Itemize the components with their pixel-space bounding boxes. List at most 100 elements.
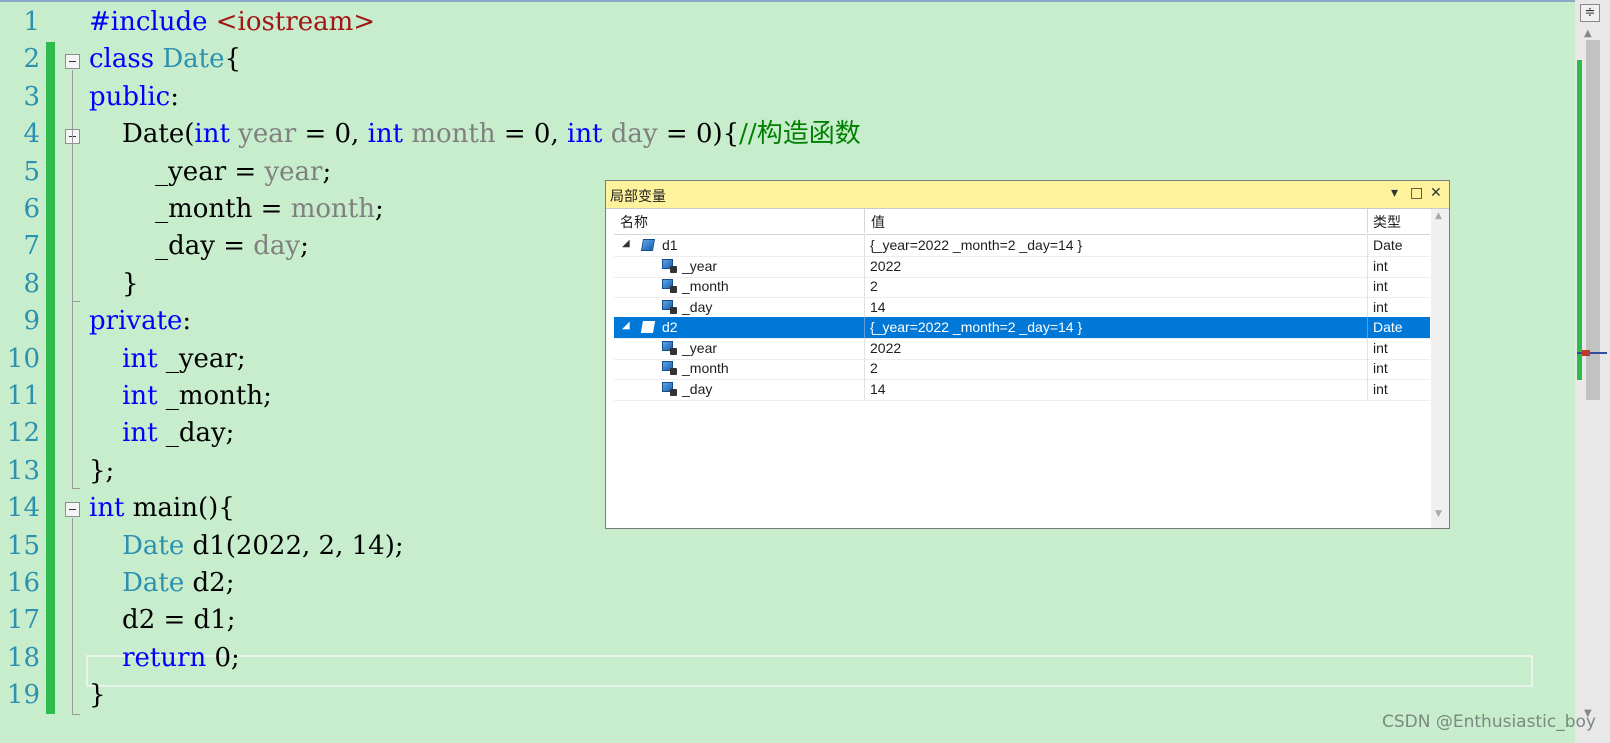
fold-main-button[interactable]	[65, 502, 80, 517]
locals-row[interactable]: _month 2 int	[614, 358, 1430, 380]
private-field-icon	[662, 279, 677, 293]
locals-row[interactable]: ◢ d1 {_year=2022 _month=2 _day=14 } Date	[614, 235, 1430, 257]
code-token: = 0){	[657, 119, 740, 150]
expand-collapse-icon[interactable]: ◢	[622, 320, 630, 331]
code-token: };	[89, 455, 115, 486]
code-token: }	[89, 268, 139, 299]
line-number: 18	[6, 642, 40, 673]
private-field-icon	[662, 299, 677, 314]
line-number: 6	[23, 194, 40, 224]
cell-divider	[864, 296, 865, 318]
code-token: ;	[300, 231, 309, 262]
scroll-up-arrow-icon[interactable]: ▲	[1584, 28, 1592, 39]
code-token: ;	[322, 156, 332, 187]
line-number: 9	[23, 306, 40, 337]
code-line[interactable]: return 0;	[89, 639, 240, 677]
locals-row[interactable]: _year 2022 int	[614, 255, 1430, 278]
code-token: = 0,	[296, 119, 368, 150]
locals-row[interactable]: _day 14 int	[614, 378, 1430, 401]
locals-scroll-up-icon[interactable]: ▲	[1435, 211, 1442, 221]
code-token: d2;	[184, 568, 235, 598]
line-number: 1	[23, 7, 40, 37]
column-header-value[interactable]: 值	[871, 212, 885, 232]
code-token: int	[89, 493, 125, 524]
window-dropdown-icon[interactable]: ▾	[1391, 185, 1398, 201]
code-token: :	[170, 81, 179, 112]
locals-scroll-down-icon[interactable]: ▼	[1435, 509, 1442, 519]
editor-top-border	[0, 0, 1575, 2]
fold-class-button[interactable]	[65, 54, 80, 69]
locals-window[interactable]: 局部变量 ▾ □ ✕ 名称 值 类型 ◢ d1 {_year=2022 _month…	[605, 180, 1450, 529]
cell-divider	[1367, 317, 1368, 338]
code-line[interactable]: }	[89, 676, 106, 714]
fold-guide-main	[72, 518, 73, 714]
locals-row[interactable]: _day 14 int	[614, 296, 1430, 319]
column-header-name[interactable]: 名称	[620, 212, 648, 232]
variable-value[interactable]: 2	[870, 360, 878, 376]
variable-value[interactable]: 2	[870, 278, 878, 294]
code-token: #include	[89, 7, 216, 37]
locals-row[interactable]: _month 2 int	[614, 276, 1430, 298]
code-line[interactable]: _day = day;	[89, 227, 309, 265]
fold-guide-constructor-end	[72, 301, 80, 302]
fold-guide-class	[72, 70, 73, 488]
code-token: Date	[122, 568, 185, 598]
split-window-icon[interactable]: ≑	[1580, 4, 1600, 22]
code-token: return	[122, 642, 207, 673]
code-line[interactable]: d2 = d1;	[89, 601, 235, 639]
code-token: int	[122, 381, 158, 411]
code-line[interactable]: int _month;	[89, 377, 272, 415]
code-line[interactable]: _year = year;	[89, 153, 331, 191]
code-line[interactable]: int _year;	[89, 340, 246, 378]
maximize-icon[interactable]: □	[1410, 185, 1423, 201]
column-divider[interactable]	[1367, 209, 1368, 233]
code-token: ;	[374, 194, 384, 224]
line-number: 14	[6, 493, 40, 524]
code-line[interactable]: _month = month;	[89, 190, 384, 228]
code-line[interactable]: Date d1(2022, 2, 14);	[89, 527, 404, 565]
variable-value[interactable]: 2022	[870, 258, 901, 274]
private-field-icon	[662, 381, 677, 396]
cell-divider	[864, 337, 865, 359]
code-line[interactable]: Date d2;	[89, 564, 234, 602]
code-line[interactable]: #include <iostream>	[89, 3, 375, 41]
code-token: = 0,	[495, 119, 567, 150]
code-line[interactable]: }	[89, 265, 139, 303]
code-line[interactable]: class Date{	[89, 40, 241, 78]
code-token: year	[264, 156, 323, 187]
code-line[interactable]: public:	[89, 78, 179, 116]
code-token: public	[89, 81, 171, 112]
column-header-type[interactable]: 类型	[1373, 212, 1401, 232]
code-token: Date(	[89, 119, 195, 150]
line-number: 13	[6, 455, 40, 486]
locals-row-selected[interactable]: ◢ d2 {_year=2022 _month=2 _day=14 } Date	[614, 317, 1430, 339]
code-token: d1(2022, 2, 14);	[184, 530, 404, 561]
variable-name: _month	[682, 278, 729, 294]
code-line[interactable]: Date(int year = 0, int month = 0, int da…	[89, 115, 861, 153]
code-line[interactable]: private:	[89, 302, 191, 340]
column-divider[interactable]	[864, 209, 865, 233]
close-icon[interactable]: ✕	[1430, 185, 1442, 201]
scrollbar-thumb[interactable]	[1586, 40, 1600, 400]
variable-value[interactable]: 14	[870, 299, 886, 315]
line-number: 11	[6, 381, 40, 411]
variable-type: int	[1373, 278, 1388, 294]
locals-title-bar[interactable]: 局部变量 ▾ □ ✕	[606, 181, 1449, 209]
code-line[interactable]: int main(){	[89, 489, 235, 527]
variable-value[interactable]: 14	[870, 381, 886, 397]
cell-divider	[864, 276, 865, 297]
expand-collapse-icon[interactable]: ◢	[622, 238, 630, 249]
locals-row[interactable]: _year 2022 int	[614, 337, 1430, 360]
variable-value[interactable]: 2022	[870, 340, 901, 356]
variable-value[interactable]: {_year=2022 _month=2 _day=14 }	[870, 319, 1082, 335]
locals-scrollbar[interactable]: ▲ ▼	[1431, 209, 1449, 528]
variable-value[interactable]: {_year=2022 _month=2 _day=14 }	[870, 237, 1082, 253]
code-token: _month;	[157, 381, 272, 411]
code-line[interactable]: };	[89, 452, 114, 490]
code-token: int	[122, 343, 158, 374]
cell-divider	[1367, 276, 1368, 297]
code-line[interactable]: int _day;	[89, 414, 234, 452]
